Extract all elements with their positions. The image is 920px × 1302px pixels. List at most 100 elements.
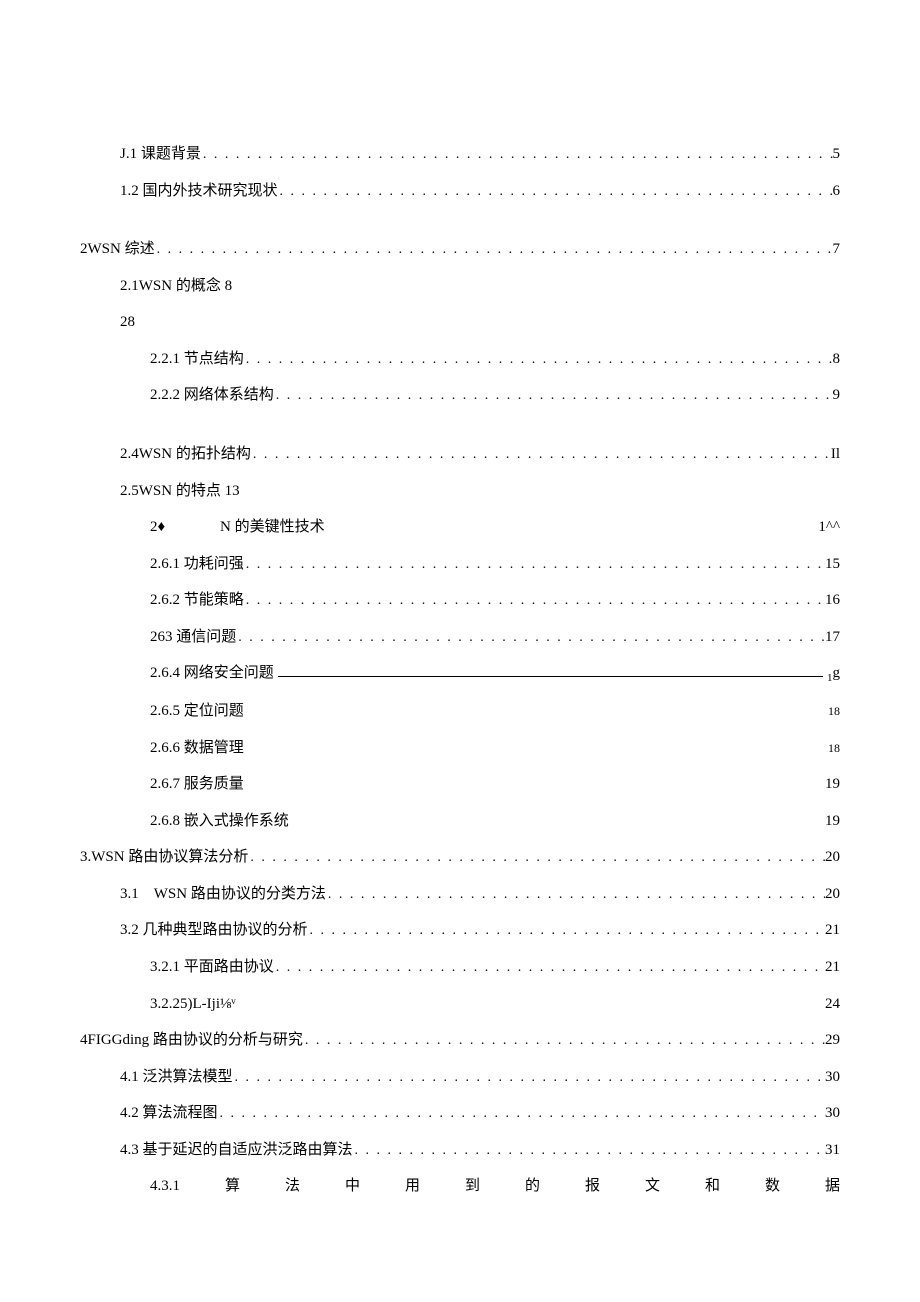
table-of-contents: J.1 课题背景 5 1.2 国内外技术研究现状 6 2WSN 综述 7 2.1WSN 的概…	[80, 140, 840, 1201]
toc-page: 1g	[827, 659, 840, 689]
toc-leader	[244, 588, 825, 615]
toc-entry: 3.2.25)L-Iji⅛ᵛ 24	[80, 990, 840, 1019]
toc-leader	[233, 1065, 825, 1092]
toc-entry: 2.6.4 网络安全问题 1g	[80, 659, 840, 689]
toc-entry: 2.6.6 数据管理 18	[80, 734, 840, 763]
toc-page: 15	[825, 550, 840, 579]
toc-label: 2.6.6 数据管理	[150, 734, 244, 763]
toc-label: 2WSN 综述	[80, 235, 155, 264]
toc-entry: 2.2.1 节点结构8	[80, 345, 840, 374]
toc-page: 30	[825, 1099, 840, 1128]
toc-label: J.1 课题背景	[120, 140, 201, 169]
toc-entry: 3.WSN 路由协议算法分析20	[80, 843, 840, 872]
toc-leader	[244, 552, 825, 579]
toc-page: 7	[833, 235, 841, 264]
toc-leader	[248, 845, 825, 872]
toc-char: 法	[285, 1172, 300, 1201]
toc-entry: 2.6.5 定位问题18	[80, 697, 840, 726]
toc-leader	[251, 442, 831, 469]
toc-label: 4FIGGding 路由协议的分析与研究	[80, 1026, 303, 1055]
toc-entry: 4.3 基于延迟的自适应洪泛路由算法 31	[80, 1136, 840, 1165]
toc-label: 2.6.5 定位问题	[150, 697, 244, 726]
toc-leader	[308, 918, 825, 945]
toc-entry: 2.4WSN 的拓扑结构 Il	[80, 440, 840, 469]
toc-page: 31	[825, 1136, 840, 1165]
toc-page: 6	[833, 177, 841, 206]
toc-gap	[80, 213, 840, 235]
toc-char: 报	[585, 1172, 600, 1201]
toc-label: N 的美键性技术	[220, 513, 325, 542]
toc-entry: 2♦N 的美键性技术 1^^	[80, 513, 840, 542]
toc-label: 2♦	[150, 513, 220, 542]
toc-entry: 2.5WSN 的特点 13	[80, 477, 840, 506]
toc-entry: 263 通信问题 17	[80, 623, 840, 652]
toc-label: 3.2.25)L-Iji⅛ᵛ	[150, 990, 236, 1019]
toc-entry: J.1 课题背景 5	[80, 140, 840, 169]
toc-page: 19	[825, 807, 840, 836]
toc-entry: 1.2 国内外技术研究现状 6	[80, 177, 840, 206]
toc-leader-underline	[278, 676, 823, 677]
toc-label: 2.4WSN 的拓扑结构	[120, 440, 251, 469]
toc-label: 2.6.4 网络安全问题	[150, 659, 274, 688]
toc-label: 2.6.8 嵌入式操作系统	[150, 807, 289, 836]
toc-label: 3.2 几种典型路由协议的分析	[120, 916, 308, 945]
toc-leader	[236, 625, 825, 652]
toc-entry: 2WSN 综述 7	[80, 235, 840, 264]
toc-label: 4.2 算法流程图	[120, 1099, 218, 1128]
toc-leader	[244, 347, 833, 374]
toc-label: 2.6.1 功耗问强	[150, 550, 244, 579]
toc-entry: 2.6.8 嵌入式操作系统 19	[80, 807, 840, 836]
toc-gap	[80, 418, 840, 440]
toc-leader	[201, 142, 833, 169]
toc-entry: 4.1 泛洪算法模型30	[80, 1063, 840, 1092]
toc-leader	[278, 179, 833, 206]
toc-leader	[303, 1028, 825, 1055]
toc-page: 19	[825, 770, 840, 799]
toc-entry: 3.2.1 平面路由协议21	[80, 953, 840, 982]
toc-label: 263 通信问题	[150, 623, 236, 652]
toc-label: 4.1 泛洪算法模型	[120, 1063, 233, 1092]
toc-entry: 4FIGGding 路由协议的分析与研究 29	[80, 1026, 840, 1055]
toc-entry: 4.3.1算法中用到的报文和数据	[80, 1172, 840, 1201]
toc-page: 9	[833, 381, 841, 410]
toc-page: 18	[828, 737, 840, 760]
toc-char: 算	[225, 1172, 240, 1201]
toc-page: 29	[825, 1026, 840, 1055]
toc-entry: 2.1WSN 的概念 8	[80, 272, 840, 301]
toc-entry: 2.6.1 功耗问强 15	[80, 550, 840, 579]
toc-page: 17	[825, 623, 840, 652]
toc-label: 1.2 国内外技术研究现状	[120, 177, 278, 206]
toc-page: 1^^	[818, 513, 840, 542]
toc-leader	[274, 383, 833, 410]
toc-page: 16	[825, 586, 840, 615]
toc-page: 20	[825, 880, 840, 909]
toc-leader	[218, 1101, 825, 1128]
toc-char: 用	[405, 1172, 420, 1201]
toc-leader	[353, 1138, 825, 1165]
toc-page: 21	[825, 916, 840, 945]
toc-leader	[274, 955, 825, 982]
toc-entry: 28	[80, 308, 840, 337]
toc-label: 2.2.1 节点结构	[150, 345, 244, 374]
toc-page: 24	[825, 990, 840, 1019]
toc-label: 4.3 基于延迟的自适应洪泛路由算法	[120, 1136, 353, 1165]
toc-leader	[326, 882, 825, 909]
toc-char: 的	[525, 1172, 540, 1201]
toc-label: 2.5WSN 的特点 13	[120, 477, 240, 506]
toc-leader	[155, 237, 833, 264]
toc-page: Il	[831, 440, 840, 469]
toc-entry: 2.2.2 网络体系结构9	[80, 381, 840, 410]
toc-entry: 3.1 WSN 路由协议的分类方法20	[80, 880, 840, 909]
toc-label: 2.6.2 节能策略	[150, 586, 244, 615]
toc-label: 28	[120, 308, 135, 337]
toc-char: 数	[765, 1172, 780, 1201]
toc-entry: 3.2 几种典型路由协议的分析 21	[80, 916, 840, 945]
toc-entry: 2.6.2 节能策略 16	[80, 586, 840, 615]
toc-char: 和	[705, 1172, 720, 1201]
toc-label: 2.6.7 服务质量	[150, 770, 244, 799]
toc-label: 3.WSN 路由协议算法分析	[80, 843, 248, 872]
toc-char: 4.3.1	[150, 1172, 180, 1201]
toc-page: 5	[833, 140, 841, 169]
toc-entry: 4.2 算法流程图 30	[80, 1099, 840, 1128]
toc-char: 文	[645, 1172, 660, 1201]
